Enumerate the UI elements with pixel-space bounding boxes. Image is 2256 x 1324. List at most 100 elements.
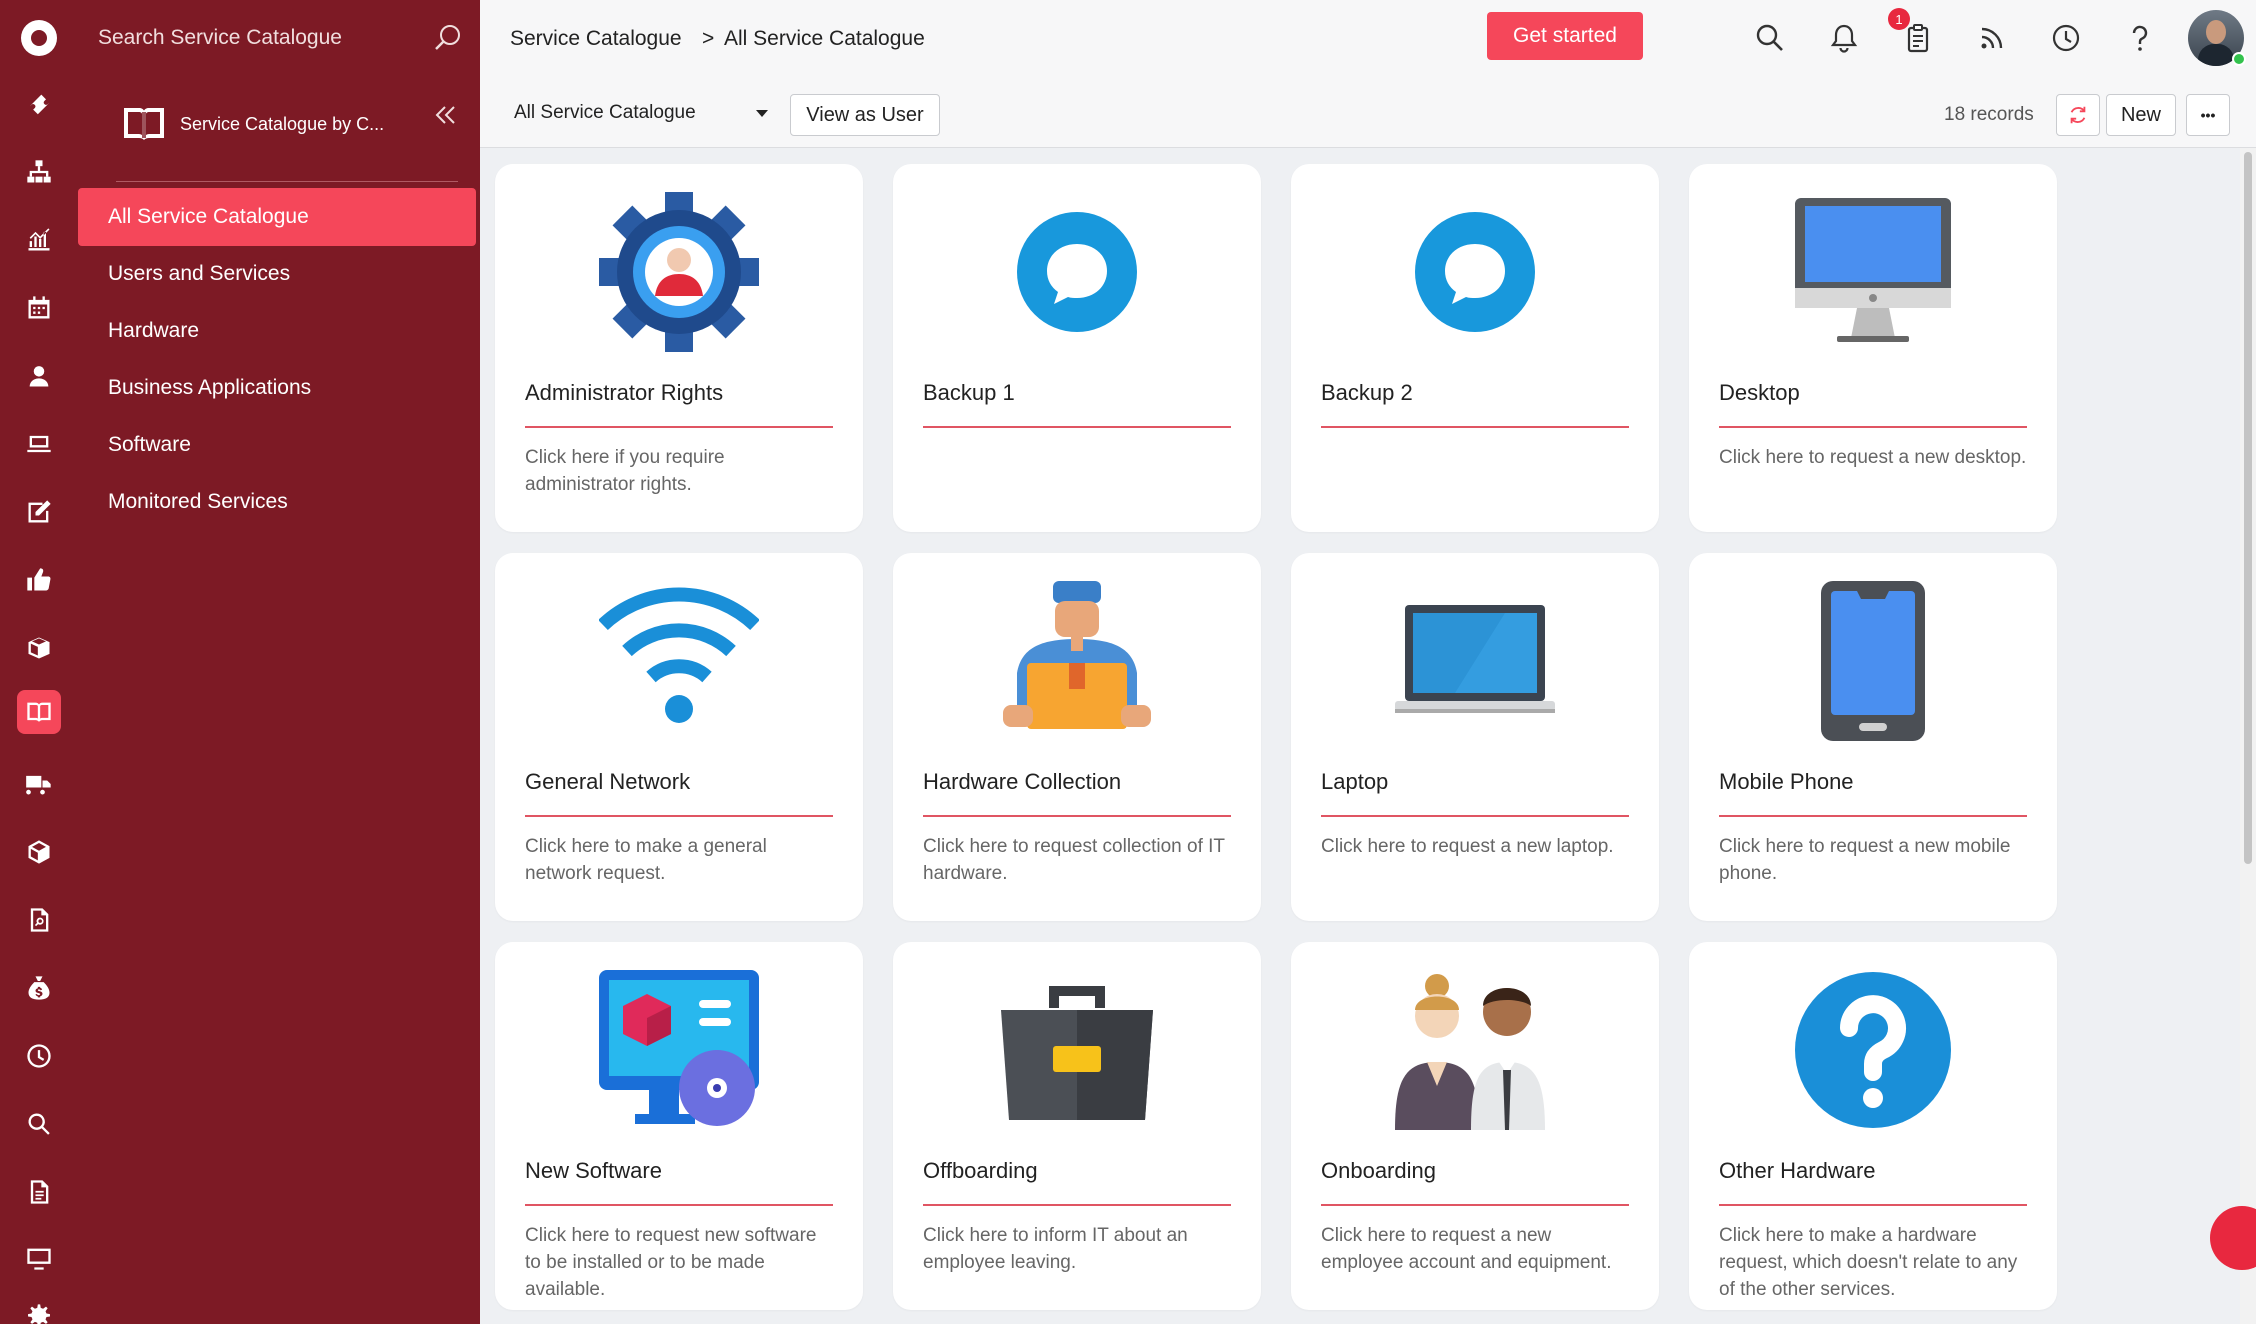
card-administrator-rights[interactable]: Administrator Rights Click here if you r… bbox=[495, 164, 863, 532]
catalog-switcher[interactable]: Service Catalogue by C... bbox=[122, 100, 422, 148]
sidebar-divider bbox=[116, 181, 458, 182]
gear-user-icon bbox=[599, 192, 759, 352]
card-mobile-phone[interactable]: Mobile Phone Click here to request a new… bbox=[1689, 553, 2057, 921]
card-underline bbox=[1719, 426, 2027, 428]
card-backup-2[interactable]: Backup 2 bbox=[1291, 164, 1659, 532]
clipboard-icon[interactable] bbox=[1902, 22, 1934, 54]
card-onboarding[interactable]: Onboarding Click here to request a new e… bbox=[1291, 942, 1659, 1310]
laptop-icon bbox=[1395, 605, 1555, 713]
card-title: Hardware Collection bbox=[923, 769, 1122, 794]
card-offboarding[interactable]: Offboarding Click here to inform IT abou… bbox=[893, 942, 1261, 1310]
card-hardware-collection[interactable]: Hardware Collection Click here to reques… bbox=[893, 553, 1261, 921]
more-options-button[interactable]: ••• bbox=[2186, 94, 2230, 136]
get-started-button[interactable]: Get started bbox=[1487, 12, 1643, 60]
online-status-indicator bbox=[2232, 52, 2246, 66]
truck-icon[interactable] bbox=[19, 764, 59, 804]
file-icon[interactable] bbox=[19, 1172, 59, 1212]
card-other-hardware[interactable]: Other Hardware Click here to make a hard… bbox=[1689, 942, 2057, 1310]
history-clock-icon[interactable] bbox=[2050, 22, 2082, 54]
card-description: Click here to request collection of IT h… bbox=[923, 836, 1225, 884]
book-icon[interactable] bbox=[17, 690, 61, 734]
monitor-icon[interactable] bbox=[19, 1238, 59, 1278]
sidebar-search[interactable]: Search Service Catalogue bbox=[98, 22, 464, 58]
clock-icon[interactable] bbox=[19, 1036, 59, 1076]
sidebar-item-software[interactable]: Software bbox=[78, 416, 478, 474]
search-input[interactable]: Search Service Catalogue bbox=[98, 26, 342, 50]
card-underline bbox=[923, 1204, 1231, 1206]
collapse-icon[interactable] bbox=[433, 102, 459, 128]
card-underline bbox=[1321, 815, 1629, 817]
card-title: Mobile Phone bbox=[1719, 769, 1854, 794]
search-icon[interactable] bbox=[432, 22, 464, 54]
new-button[interactable]: New bbox=[2106, 94, 2176, 136]
sidebar-item-business-applications[interactable]: Business Applications bbox=[78, 359, 478, 417]
card-title: Backup 1 bbox=[923, 380, 1015, 405]
sidebar-item-monitored-services[interactable]: Monitored Services bbox=[78, 473, 478, 531]
card-title: Desktop bbox=[1719, 380, 1800, 405]
sidebar: Search Service Catalogue Service Catalog… bbox=[78, 0, 480, 1324]
sidebar-item-all-service-catalogue[interactable]: All Service Catalogue bbox=[78, 188, 476, 246]
sidebar-item-hardware[interactable]: Hardware bbox=[78, 302, 478, 360]
sidebar-item-users-and-services[interactable]: Users and Services bbox=[78, 245, 478, 303]
card-title: Administrator Rights bbox=[525, 380, 724, 405]
breadcrumb-current: All Service Catalogue bbox=[724, 27, 925, 50]
notification-badge: 1 bbox=[1888, 8, 1910, 30]
records-count: 18 records bbox=[1944, 104, 2034, 125]
chat-bubble-icon bbox=[1415, 212, 1535, 332]
card-title: New Software bbox=[525, 1158, 662, 1183]
package-icon[interactable] bbox=[19, 832, 59, 872]
software-icon bbox=[599, 970, 759, 1126]
card-underline bbox=[525, 1204, 833, 1206]
bell-icon[interactable] bbox=[1828, 22, 1860, 54]
settings-icon[interactable] bbox=[19, 1296, 59, 1324]
card-laptop[interactable]: Laptop Click here to request a new lapto… bbox=[1291, 553, 1659, 921]
question-icon bbox=[1795, 972, 1951, 1128]
card-desktop[interactable]: Desktop Click here to request a new desk… bbox=[1689, 164, 2057, 532]
card-underline bbox=[525, 815, 833, 817]
toolbar: All Service Catalogue View as User 18 re… bbox=[480, 78, 2256, 148]
chevron-down-icon bbox=[756, 110, 768, 117]
courier-icon bbox=[1003, 581, 1151, 729]
user-icon[interactable] bbox=[19, 356, 59, 396]
app-logo-icon[interactable] bbox=[21, 20, 57, 56]
card-general-network[interactable]: General Network Click here to make a gen… bbox=[495, 553, 863, 921]
card-description: Click here to make a hardware request, w… bbox=[1719, 1225, 2018, 1300]
card-description: Click here to make a general network req… bbox=[525, 836, 767, 884]
chat-bubble-icon bbox=[1017, 212, 1137, 332]
search-icon[interactable] bbox=[1754, 22, 1786, 54]
card-underline bbox=[923, 426, 1231, 428]
open-book-icon bbox=[124, 108, 164, 140]
money-bag-icon[interactable] bbox=[19, 968, 59, 1008]
card-description: Click here if you require administrator … bbox=[525, 447, 725, 495]
card-backup-1[interactable]: Backup 1 bbox=[893, 164, 1261, 532]
people-icon bbox=[1395, 974, 1545, 1130]
card-description: Click here to inform IT about an employe… bbox=[923, 1225, 1188, 1273]
catalogue-filter-select[interactable]: All Service Catalogue bbox=[514, 92, 776, 134]
refresh-button[interactable] bbox=[2056, 94, 2100, 136]
org-chart-icon[interactable] bbox=[19, 152, 59, 192]
breadcrumb-separator: > bbox=[702, 27, 715, 50]
card-title: General Network bbox=[525, 769, 691, 794]
document-search-icon[interactable] bbox=[19, 900, 59, 940]
card-underline bbox=[1719, 1204, 2027, 1206]
boxes-icon[interactable] bbox=[19, 628, 59, 668]
search-icon[interactable] bbox=[19, 1104, 59, 1144]
breadcrumb-root[interactable]: Service Catalogue bbox=[510, 27, 682, 51]
view-as-user-button[interactable]: View as User bbox=[790, 94, 940, 136]
card-new-software[interactable]: New Software Click here to request new s… bbox=[495, 942, 863, 1310]
desktop-icon bbox=[1795, 198, 1951, 342]
help-icon[interactable] bbox=[2124, 22, 2156, 54]
edit-icon[interactable] bbox=[19, 492, 59, 532]
catalogue-filter-value: All Service Catalogue bbox=[514, 102, 696, 123]
reports-icon[interactable] bbox=[19, 220, 59, 260]
refresh-icon bbox=[2070, 106, 2086, 124]
vertical-scrollbar[interactable] bbox=[2240, 148, 2256, 1324]
thumbs-up-icon[interactable] bbox=[19, 560, 59, 600]
ticket-icon[interactable] bbox=[19, 84, 59, 124]
rss-feed-icon[interactable] bbox=[1976, 22, 2008, 54]
scrollbar-thumb[interactable] bbox=[2244, 152, 2252, 864]
laptop-icon[interactable] bbox=[19, 424, 59, 464]
calendar-icon[interactable] bbox=[19, 288, 59, 328]
card-title: Offboarding bbox=[923, 1158, 1038, 1183]
card-underline bbox=[923, 815, 1231, 817]
